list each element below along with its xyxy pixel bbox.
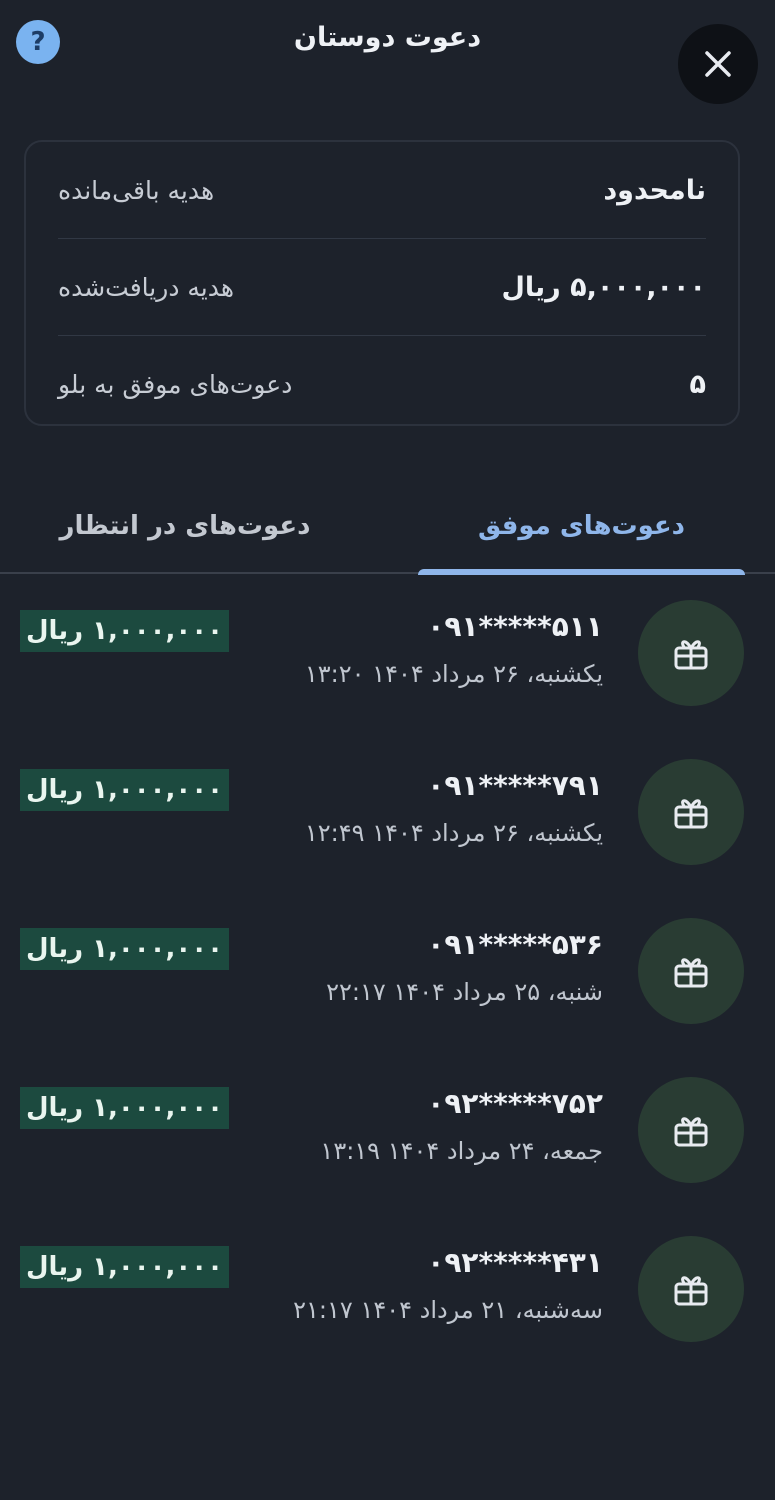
list-item[interactable]: ۰۹۲*****۷۵۲ جمعه، ۲۴ مرداد ۱۴۰۴ ۱۳:۱۹ ۱,… <box>0 1057 775 1216</box>
reward-badge: ۱,۰۰۰,۰۰۰ ریال <box>20 769 229 811</box>
gift-avatar <box>638 759 744 865</box>
gift-icon <box>674 1117 708 1147</box>
list-item[interactable]: ۰۹۱*****۵۱۱ یکشنبه، ۲۶ مرداد ۱۴۰۴ ۱۳:۲۰ … <box>0 580 775 739</box>
close-button[interactable] <box>678 24 758 104</box>
invite-date: جمعه، ۲۴ مرداد ۱۴۰۴ ۱۳:۱۹ <box>320 1137 603 1165</box>
list-item[interactable]: ۰۹۲*****۴۳۱ سه‌شنبه، ۲۱ مرداد ۱۴۰۴ ۲۱:۱۷… <box>0 1216 775 1375</box>
summary-value: ۵ <box>689 368 706 400</box>
gift-avatar <box>638 1077 744 1183</box>
invite-phone: ۰۹۱*****۵۳۶ <box>427 928 603 961</box>
summary-row-received-gift: هدیه دریافت‌شده ۵,۰۰۰,۰۰۰ ریال <box>58 239 706 336</box>
gift-icon <box>674 958 708 988</box>
list-item[interactable]: ۰۹۱*****۵۳۶ شنبه، ۲۵ مرداد ۱۴۰۴ ۲۲:۱۷ ۱,… <box>0 898 775 1057</box>
active-tab-indicator <box>418 569 745 575</box>
gift-avatar <box>638 600 744 706</box>
gift-icon <box>674 640 708 670</box>
reward-badge: ۱,۰۰۰,۰۰۰ ریال <box>20 928 229 970</box>
summary-value: نامحدود <box>603 174 706 206</box>
header-bar: ? دعوت دوستان <box>0 0 775 110</box>
invite-phone: ۰۹۱*****۷۹۱ <box>427 769 603 802</box>
close-icon <box>705 51 731 77</box>
summary-row-remaining-gift: هدیه باقی‌مانده نامحدود <box>58 142 706 239</box>
summary-label: دعوت‌های موفق به بلو <box>58 369 293 399</box>
tab-bar: دعوت‌های موفق دعوت‌های در انتظار <box>0 480 775 575</box>
summary-label: هدیه باقی‌مانده <box>58 175 215 205</box>
invite-date: شنبه، ۲۵ مرداد ۱۴۰۴ ۲۲:۱۷ <box>326 978 603 1006</box>
gift-avatar <box>638 1236 744 1342</box>
summary-value: ۵,۰۰۰,۰۰۰ ریال <box>501 271 706 303</box>
tab-pending-invites[interactable]: دعوت‌های در انتظار <box>30 480 340 572</box>
summary-row-successful-invites: دعوت‌های موفق به بلو ۵ <box>58 336 706 432</box>
gift-icon <box>674 799 708 829</box>
reward-badge: ۱,۰۰۰,۰۰۰ ریال <box>20 1246 229 1288</box>
reward-badge: ۱,۰۰۰,۰۰۰ ریال <box>20 610 229 652</box>
invite-phone: ۰۹۱*****۵۱۱ <box>427 610 603 643</box>
invite-phone: ۰۹۲*****۷۵۲ <box>427 1087 603 1120</box>
summary-label: هدیه دریافت‌شده <box>58 272 235 302</box>
reward-badge: ۱,۰۰۰,۰۰۰ ریال <box>20 1087 229 1129</box>
invite-list: ۰۹۱*****۵۱۱ یکشنبه، ۲۶ مرداد ۱۴۰۴ ۱۳:۲۰ … <box>0 580 775 1375</box>
page-title: دعوت دوستان <box>293 22 482 53</box>
summary-card: هدیه باقی‌مانده نامحدود هدیه دریافت‌شده … <box>24 140 740 426</box>
invite-date: یکشنبه، ۲۶ مرداد ۱۴۰۴ ۱۲:۴۹ <box>304 819 603 847</box>
gift-avatar <box>638 918 744 1024</box>
tab-successful-invites[interactable]: دعوت‌های موفق <box>418 480 745 572</box>
invite-date: یکشنبه، ۲۶ مرداد ۱۴۰۴ ۱۳:۲۰ <box>304 660 603 688</box>
gift-icon <box>674 1276 708 1306</box>
invite-date: سه‌شنبه، ۲۱ مرداد ۱۴۰۴ ۲۱:۱۷ <box>293 1296 603 1324</box>
list-item[interactable]: ۰۹۱*****۷۹۱ یکشنبه، ۲۶ مرداد ۱۴۰۴ ۱۲:۴۹ … <box>0 739 775 898</box>
invite-phone: ۰۹۲*****۴۳۱ <box>427 1246 603 1279</box>
